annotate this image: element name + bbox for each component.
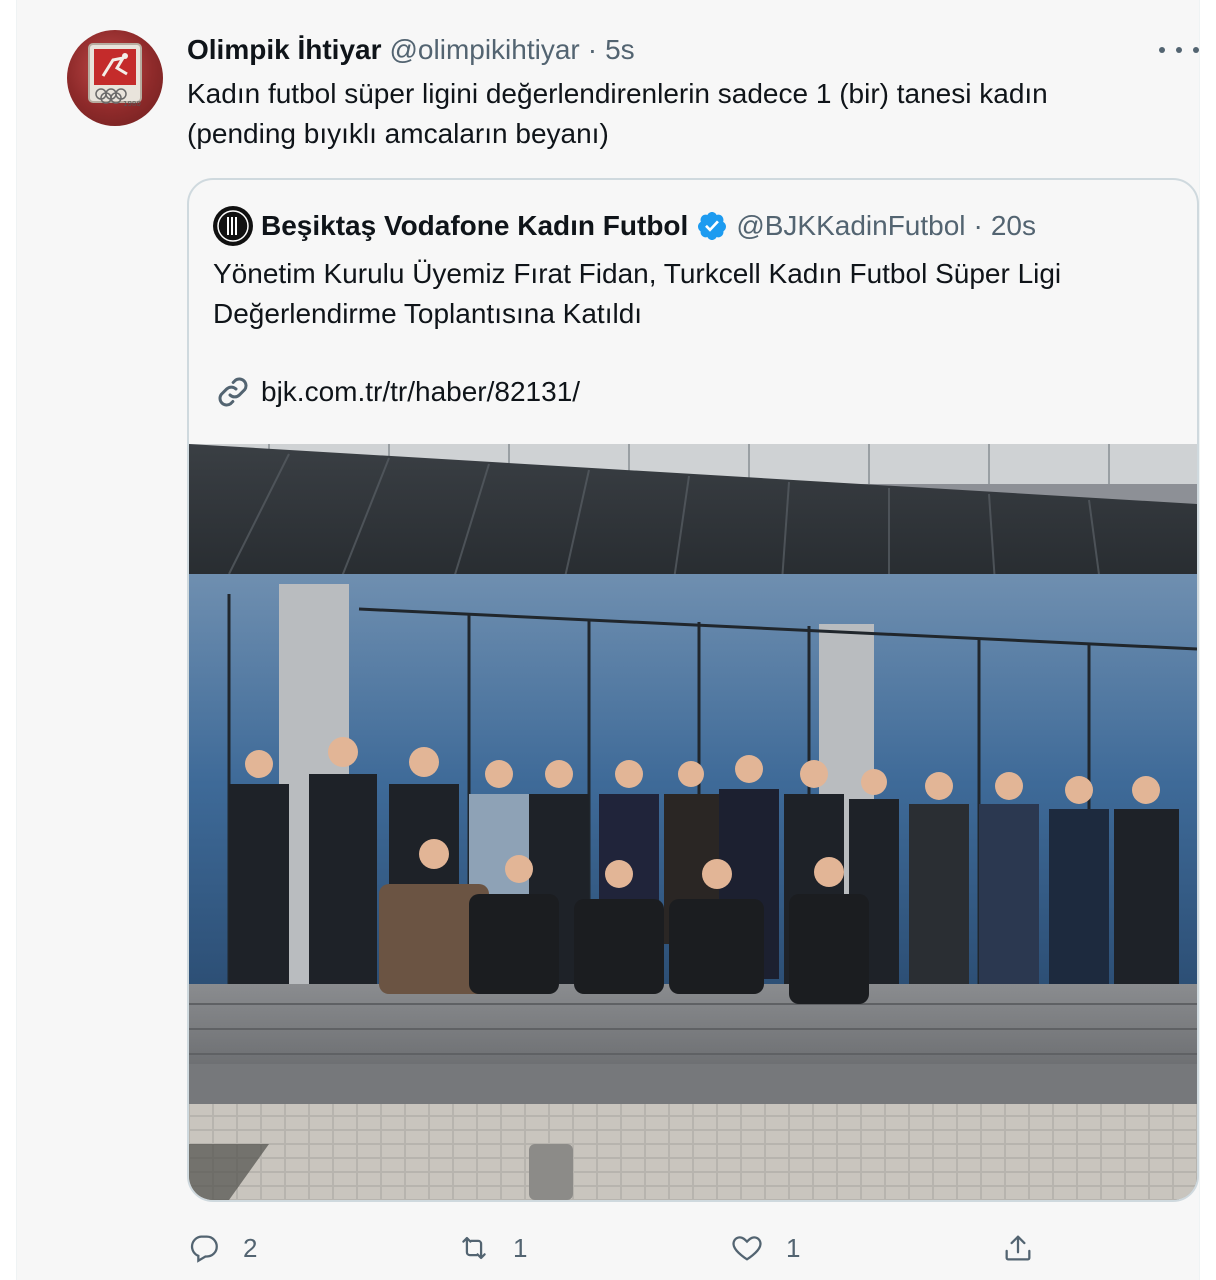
verified-badge-icon [698,212,727,240]
more-icon [1159,47,1165,53]
share-button[interactable] [1001,1228,1035,1268]
more-icon-dot [1193,47,1199,53]
retweet-icon [462,1236,486,1260]
tweet-timestamp[interactable]: 5s [605,34,635,66]
quoted-tweet[interactable]: Beşiktaş Vodafone Kadın Futbol @BJKKadin… [187,178,1199,1202]
author-avatar[interactable]: 1980 [67,30,163,126]
tweet-actions: 2 1 1 [187,1228,1199,1268]
quoted-author-name[interactable]: Beşiktaş Vodafone Kadın Futbol [261,210,688,242]
more-icon-dot [1176,47,1182,53]
like-button[interactable]: 1 [730,1228,800,1268]
reply-icon [190,1235,218,1263]
tweet-header: Olimpik İhtiyar @olimpikihtiyar · 5s [187,30,635,70]
header-separator: · [587,34,598,65]
author-name[interactable]: Olimpik İhtiyar [187,34,382,66]
like-count: 1 [786,1232,801,1263]
like-icon [732,1236,762,1261]
tweet-card[interactable]: 1980 Olimpik İhtiyar @olimpikihtiyar · 5… [16,0,1200,1280]
author-handle[interactable]: @olimpikihtiyar [390,34,580,66]
more-options-button[interactable] [1159,36,1199,64]
quoted-author-avatar[interactable] [213,206,253,246]
quoted-link[interactable]: bjk.com.tr/tr/haber/82131/ [213,372,580,412]
avatar-year-text: 1980 [123,100,141,108]
quoted-author-handle[interactable]: @BJKKadinFutbol [736,210,965,242]
quoted-link-text[interactable]: bjk.com.tr/tr/haber/82131/ [261,376,580,408]
reply-count: 2 [243,1232,258,1263]
bjk-logo-icon [214,207,252,245]
tweet-text: Kadın futbol süper ligini değerlendirenl… [187,78,1048,149]
quoted-photo[interactable] [189,444,1197,1200]
olympic-pin-icon: 1980 [88,43,142,108]
reply-button[interactable]: 2 [187,1228,257,1268]
quoted-tweet-text: Yönetim Kurulu Üyemiz Fırat Fidan, Turkc… [213,258,1062,329]
group-photo [189,444,1197,1200]
retweet-count: 1 [513,1232,528,1263]
quoted-header-separator: · [973,210,983,241]
quoted-timestamp[interactable]: 20s [991,210,1036,242]
share-icon [1005,1235,1031,1261]
quoted-tweet-header: Beşiktaş Vodafone Kadın Futbol @BJKKadin… [213,206,1036,246]
retweet-button[interactable]: 1 [457,1228,527,1268]
link-icon [218,377,248,407]
